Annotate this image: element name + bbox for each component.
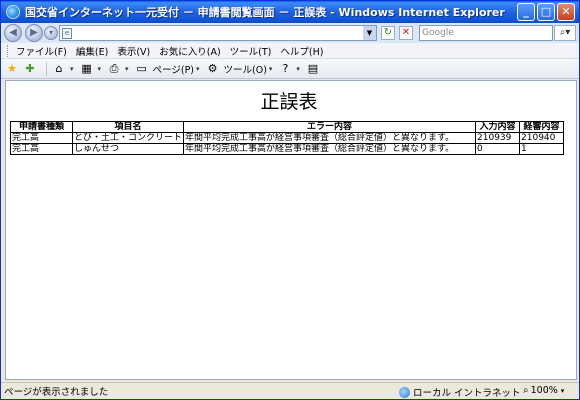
menu-edit[interactable]: 編集(E) bbox=[76, 44, 108, 58]
table-cell: 1 bbox=[519, 143, 565, 155]
table-cell: 完工高 bbox=[10, 132, 73, 144]
help-dropdown-icon[interactable]: ▾ bbox=[296, 65, 300, 73]
table-cell: 年間平均完成工事高が経営事項審査（総合評定値）と異なります。 bbox=[183, 143, 477, 155]
close-button[interactable]: ✕ bbox=[557, 3, 575, 21]
tools-menu-button[interactable]: ツール(O) bbox=[224, 62, 267, 76]
security-zone[interactable]: ローカル イントラネット bbox=[399, 385, 521, 399]
page-dropdown-icon[interactable]: ▾ bbox=[196, 65, 200, 73]
print-dropdown-icon[interactable]: ▾ bbox=[125, 65, 129, 73]
table-cell: 210939 bbox=[475, 132, 521, 144]
table-cell: 完工高 bbox=[10, 143, 73, 155]
zoom-level: 100% bbox=[530, 385, 558, 396]
tools-dropdown-icon[interactable]: ▾ bbox=[269, 65, 273, 73]
maximize-button[interactable]: □ bbox=[537, 3, 555, 21]
research-icon[interactable]: ▤ bbox=[306, 62, 320, 76]
column-header: 経審内容 bbox=[519, 121, 565, 133]
table-cell: 210940 bbox=[519, 132, 565, 144]
address-toolbar: ◀ ▶ ▾ e ▼ ↻ ✕ Google ⌕▾ bbox=[1, 23, 579, 43]
menu-favorites[interactable]: お気に入り(A) bbox=[159, 44, 220, 58]
forward-button[interactable]: ▶ bbox=[25, 24, 43, 42]
command-bar: ★ ✚ ⌂ ▾ ▦ ▾ ⎙ ▾ ▭ ページ(P) ▾ ⚙ ツール(O) ▾ ? … bbox=[1, 59, 579, 79]
status-bar: ページが表示されました ローカル イントラネット ⌕ 100% ▾ bbox=[1, 382, 579, 399]
page-icon: e bbox=[62, 28, 72, 39]
table-cell: 年間平均完成工事高が経営事項審査（総合評定値）と異なります。 bbox=[183, 132, 477, 144]
title-bar: 国交省インターネット一元受付 － 申請書閲覧画面 － 正誤表 - Windows… bbox=[1, 1, 579, 23]
menu-tools[interactable]: ツール(T) bbox=[230, 44, 272, 58]
feeds-icon[interactable]: ▦ bbox=[80, 62, 94, 76]
page-title: 正誤表 bbox=[260, 91, 318, 113]
search-input[interactable]: Google bbox=[419, 25, 553, 41]
address-dropdown-icon[interactable]: ▼ bbox=[363, 26, 376, 40]
search-button[interactable]: ⌕▾ bbox=[554, 25, 576, 41]
feeds-dropdown-icon[interactable]: ▾ bbox=[98, 65, 102, 73]
browser-window: 国交省インターネット一元受付 － 申請書閲覧画面 － 正誤表 - Windows… bbox=[0, 0, 580, 400]
toolbar-grip bbox=[7, 44, 10, 57]
column-header: エラー内容 bbox=[183, 121, 477, 133]
address-input[interactable]: e ▼ bbox=[59, 25, 377, 41]
table-cell: とび・土工・コンクリート bbox=[71, 132, 185, 144]
ie-logo-icon bbox=[6, 5, 20, 19]
minimize-button[interactable]: _ bbox=[517, 3, 535, 21]
page-menu-button[interactable]: ページ(P) bbox=[153, 62, 194, 76]
toolbar-divider bbox=[46, 61, 47, 76]
history-dropdown-button[interactable]: ▾ bbox=[44, 26, 58, 40]
table-row: 完工高 しゅんせつ 年間平均完成工事高が経営事項審査（総合評定値）と異なります。… bbox=[10, 143, 565, 155]
menu-bar: ファイル(F) 編集(E) 表示(V) お気に入り(A) ツール(T) ヘルプ(… bbox=[1, 43, 579, 59]
status-text: ページが表示されました bbox=[4, 387, 109, 398]
page-content: 正誤表 申請書種類 項目名 エラー内容 入力内容 経審内容 完工高 とび・土工・… bbox=[5, 80, 577, 380]
home-icon[interactable]: ⌂ bbox=[52, 62, 66, 76]
window-controls: _ □ ✕ bbox=[517, 3, 575, 21]
menu-view[interactable]: 表示(V) bbox=[117, 44, 150, 58]
stop-button[interactable]: ✕ bbox=[399, 26, 413, 40]
back-button[interactable]: ◀ bbox=[4, 24, 22, 42]
intranet-globe-icon bbox=[399, 386, 410, 398]
table-header-row: 申請書種類 項目名 エラー内容 入力内容 経審内容 bbox=[10, 121, 565, 133]
gear-icon: ⚙ bbox=[207, 61, 218, 75]
table-cell: 0 bbox=[475, 143, 521, 155]
home-dropdown-icon[interactable]: ▾ bbox=[70, 65, 74, 73]
refresh-button[interactable]: ↻ bbox=[381, 26, 395, 40]
zoom-control[interactable]: ⌕ 100% ▾ bbox=[523, 385, 564, 396]
table-row: 完工高 とび・土工・コンクリート 年間平均完成工事高が経営事項審査（総合評定値）… bbox=[10, 132, 565, 144]
page-menu-icon: ▭ bbox=[136, 61, 147, 75]
table-cell: しゅんせつ bbox=[71, 143, 185, 155]
print-icon[interactable]: ⎙ bbox=[107, 62, 121, 76]
column-header: 入力内容 bbox=[475, 121, 521, 133]
menu-help[interactable]: ヘルプ(H) bbox=[280, 44, 323, 58]
add-favorites-icon[interactable]: ✚ bbox=[23, 62, 37, 76]
window-title: 国交省インターネット一元受付 － 申請書閲覧画面 － 正誤表 - Windows… bbox=[25, 6, 505, 19]
column-header: 項目名 bbox=[71, 121, 185, 133]
zoom-dropdown-icon[interactable]: ▾ bbox=[561, 387, 565, 395]
zone-label: ローカル イントラネット bbox=[413, 388, 521, 399]
zoom-icon: ⌕ bbox=[523, 385, 529, 396]
errata-table: 申請書種類 項目名 エラー内容 入力内容 経審内容 完工高 とび・土工・コンクリ… bbox=[10, 121, 565, 155]
help-icon[interactable]: ? bbox=[278, 62, 292, 76]
favorites-star-icon[interactable]: ★ bbox=[5, 62, 19, 76]
menu-file[interactable]: ファイル(F) bbox=[16, 44, 67, 58]
column-header: 申請書種類 bbox=[10, 121, 73, 133]
